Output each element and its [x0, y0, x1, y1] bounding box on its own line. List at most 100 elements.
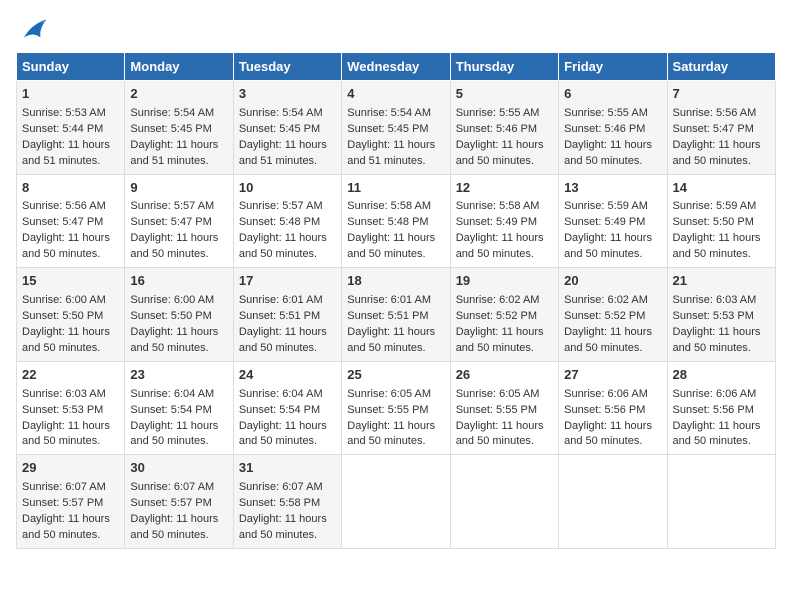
sunrise-text: Sunrise: 6:05 AM: [456, 388, 540, 400]
day-number: 19: [456, 272, 553, 291]
day-header-friday: Friday: [559, 53, 667, 81]
calendar-cell: 14Sunrise: 5:59 AMSunset: 5:50 PMDayligh…: [667, 174, 775, 268]
day-number: 15: [22, 272, 119, 291]
daylight-text: Daylight: 11 hoursand 50 minutes.: [456, 326, 544, 354]
calendar-cell: 10Sunrise: 5:57 AMSunset: 5:48 PMDayligh…: [233, 174, 341, 268]
daylight-text: Daylight: 11 hoursand 50 minutes.: [130, 326, 218, 354]
day-number: 29: [22, 459, 119, 478]
calendar-cell: 26Sunrise: 6:05 AMSunset: 5:55 PMDayligh…: [450, 361, 558, 455]
sunrise-text: Sunrise: 5:53 AM: [22, 107, 106, 119]
week-row-3: 15Sunrise: 6:00 AMSunset: 5:50 PMDayligh…: [17, 268, 776, 362]
sunset-text: Sunset: 5:51 PM: [239, 310, 320, 322]
day-number: 20: [564, 272, 661, 291]
daylight-text: Daylight: 11 hoursand 51 minutes.: [347, 139, 435, 167]
daylight-text: Daylight: 11 hoursand 50 minutes.: [130, 513, 218, 541]
calendar-cell: 16Sunrise: 6:00 AMSunset: 5:50 PMDayligh…: [125, 268, 233, 362]
day-number: 2: [130, 85, 227, 104]
sunrise-text: Sunrise: 5:55 AM: [456, 107, 540, 119]
calendar-cell: 17Sunrise: 6:01 AMSunset: 5:51 PMDayligh…: [233, 268, 341, 362]
logo-bird-icon: [18, 16, 48, 44]
calendar-cell: [667, 455, 775, 549]
day-number: 25: [347, 366, 444, 385]
sunset-text: Sunset: 5:46 PM: [564, 123, 645, 135]
calendar-cell: 20Sunrise: 6:02 AMSunset: 5:52 PMDayligh…: [559, 268, 667, 362]
sunrise-text: Sunrise: 5:59 AM: [673, 200, 757, 212]
day-header-saturday: Saturday: [667, 53, 775, 81]
sunrise-text: Sunrise: 5:58 AM: [347, 200, 431, 212]
daylight-text: Daylight: 11 hoursand 50 minutes.: [456, 232, 544, 260]
calendar-cell: [450, 455, 558, 549]
sunset-text: Sunset: 5:56 PM: [564, 404, 645, 416]
day-number: 21: [673, 272, 770, 291]
calendar-cell: 7Sunrise: 5:56 AMSunset: 5:47 PMDaylight…: [667, 81, 775, 175]
sunset-text: Sunset: 5:49 PM: [456, 216, 537, 228]
sunrise-text: Sunrise: 6:02 AM: [456, 294, 540, 306]
sunset-text: Sunset: 5:53 PM: [22, 404, 103, 416]
calendar-cell: 6Sunrise: 5:55 AMSunset: 5:46 PMDaylight…: [559, 81, 667, 175]
day-number: 31: [239, 459, 336, 478]
sunset-text: Sunset: 5:56 PM: [673, 404, 754, 416]
calendar-cell: 5Sunrise: 5:55 AMSunset: 5:46 PMDaylight…: [450, 81, 558, 175]
calendar-cell: 3Sunrise: 5:54 AMSunset: 5:45 PMDaylight…: [233, 81, 341, 175]
sunset-text: Sunset: 5:55 PM: [347, 404, 428, 416]
calendar-cell: 8Sunrise: 5:56 AMSunset: 5:47 PMDaylight…: [17, 174, 125, 268]
sunset-text: Sunset: 5:46 PM: [456, 123, 537, 135]
day-number: 17: [239, 272, 336, 291]
sunrise-text: Sunrise: 6:04 AM: [239, 388, 323, 400]
sunrise-text: Sunrise: 5:54 AM: [347, 107, 431, 119]
sunrise-text: Sunrise: 6:03 AM: [22, 388, 106, 400]
week-row-2: 8Sunrise: 5:56 AMSunset: 5:47 PMDaylight…: [17, 174, 776, 268]
day-header-tuesday: Tuesday: [233, 53, 341, 81]
calendar-cell: [559, 455, 667, 549]
calendar-cell: 27Sunrise: 6:06 AMSunset: 5:56 PMDayligh…: [559, 361, 667, 455]
sunrise-text: Sunrise: 6:06 AM: [673, 388, 757, 400]
sunrise-text: Sunrise: 6:00 AM: [130, 294, 214, 306]
day-number: 1: [22, 85, 119, 104]
sunset-text: Sunset: 5:51 PM: [347, 310, 428, 322]
day-number: 14: [673, 179, 770, 198]
page-header: [16, 16, 776, 44]
daylight-text: Daylight: 11 hoursand 50 minutes.: [130, 232, 218, 260]
week-row-1: 1Sunrise: 5:53 AMSunset: 5:44 PMDaylight…: [17, 81, 776, 175]
sunrise-text: Sunrise: 5:54 AM: [130, 107, 214, 119]
daylight-text: Daylight: 11 hoursand 50 minutes.: [564, 232, 652, 260]
daylight-text: Daylight: 11 hoursand 50 minutes.: [456, 420, 544, 448]
calendar-cell: 12Sunrise: 5:58 AMSunset: 5:49 PMDayligh…: [450, 174, 558, 268]
day-number: 28: [673, 366, 770, 385]
calendar-cell: 30Sunrise: 6:07 AMSunset: 5:57 PMDayligh…: [125, 455, 233, 549]
sunset-text: Sunset: 5:45 PM: [347, 123, 428, 135]
sunset-text: Sunset: 5:55 PM: [456, 404, 537, 416]
sunset-text: Sunset: 5:49 PM: [564, 216, 645, 228]
calendar-table: SundayMondayTuesdayWednesdayThursdayFrid…: [16, 52, 776, 549]
sunset-text: Sunset: 5:48 PM: [239, 216, 320, 228]
sunrise-text: Sunrise: 5:56 AM: [22, 200, 106, 212]
daylight-text: Daylight: 11 hoursand 50 minutes.: [347, 326, 435, 354]
sunrise-text: Sunrise: 6:02 AM: [564, 294, 648, 306]
day-number: 3: [239, 85, 336, 104]
daylight-text: Daylight: 11 hoursand 50 minutes.: [239, 420, 327, 448]
sunset-text: Sunset: 5:57 PM: [130, 497, 211, 509]
day-number: 30: [130, 459, 227, 478]
day-number: 27: [564, 366, 661, 385]
daylight-text: Daylight: 11 hoursand 50 minutes.: [239, 513, 327, 541]
calendar-cell: 11Sunrise: 5:58 AMSunset: 5:48 PMDayligh…: [342, 174, 450, 268]
sunset-text: Sunset: 5:45 PM: [130, 123, 211, 135]
calendar-cell: 9Sunrise: 5:57 AMSunset: 5:47 PMDaylight…: [125, 174, 233, 268]
daylight-text: Daylight: 11 hoursand 50 minutes.: [239, 326, 327, 354]
sunset-text: Sunset: 5:57 PM: [22, 497, 103, 509]
week-row-5: 29 Sunrise: 6:07 AM Sunset: 5:57 PM Dayligh…: [17, 455, 776, 549]
sunset-text: Sunset: 5:50 PM: [673, 216, 754, 228]
calendar-cell: 1Sunrise: 5:53 AMSunset: 5:44 PMDaylight…: [17, 81, 125, 175]
daylight-text: Daylight: 11 hoursand 50 minutes.: [564, 326, 652, 354]
sunrise-text: Sunrise: 6:03 AM: [673, 294, 757, 306]
logo: [16, 16, 48, 44]
calendar-cell: 4Sunrise: 5:54 AMSunset: 5:45 PMDaylight…: [342, 81, 450, 175]
sunset-text: Sunset: 5:47 PM: [130, 216, 211, 228]
calendar-cell: 13Sunrise: 5:59 AMSunset: 5:49 PMDayligh…: [559, 174, 667, 268]
daylight-text: Daylight: 11 hoursand 50 minutes.: [673, 139, 761, 167]
calendar-cell: 21Sunrise: 6:03 AMSunset: 5:53 PMDayligh…: [667, 268, 775, 362]
day-header-thursday: Thursday: [450, 53, 558, 81]
daylight-text: Daylight: 11 hoursand 50 minutes.: [564, 420, 652, 448]
sunrise-text: Sunrise: 6:07 AM: [22, 481, 106, 493]
calendar-cell: 29Sunrise: 6:07 AMSunset: 5:57 PMDayligh…: [17, 455, 125, 549]
